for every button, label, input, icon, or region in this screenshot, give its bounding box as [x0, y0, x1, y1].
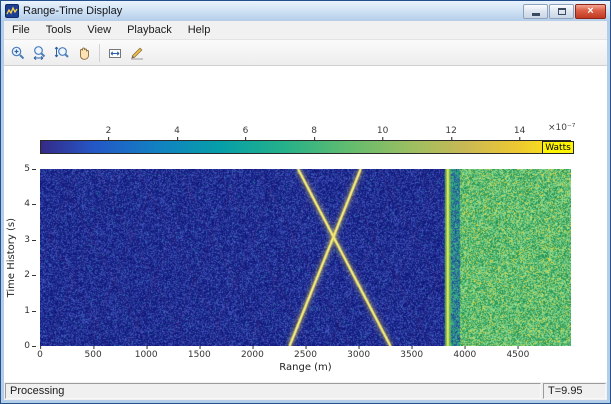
- colorbar-tick-label: 8: [311, 126, 317, 136]
- app-icon: [5, 4, 19, 18]
- menu-playback[interactable]: Playback: [119, 21, 180, 40]
- minimize-button[interactable]: [523, 4, 548, 19]
- plot-area[interactable]: [40, 169, 571, 346]
- x-tick-label: 4500: [506, 350, 529, 360]
- minimize-icon: [532, 13, 540, 16]
- x-axis-label: Range (m): [40, 362, 571, 373]
- x-tick-label: 0: [37, 350, 43, 360]
- y-tick-label: 5: [24, 164, 30, 174]
- y-tick-label: 2: [24, 270, 30, 280]
- maximize-icon: [558, 8, 566, 15]
- zoom-y-icon: [54, 45, 70, 61]
- scale-axes-icon: [107, 45, 123, 61]
- toolbar: [4, 40, 607, 66]
- colorbar-tick-label: 6: [243, 126, 249, 136]
- x-tick-label: 3500: [400, 350, 423, 360]
- measurements-pencil-icon: [129, 45, 145, 61]
- colorbar-unit-label: Watts: [542, 141, 574, 154]
- close-button[interactable]: ×: [575, 4, 606, 19]
- measurements-button[interactable]: [126, 42, 148, 64]
- title-bar[interactable]: Range-Time Display ×: [1, 1, 610, 21]
- x-tick-row: 0 500 1000 1500 2000 2500 3000 3500 4000 4500: [40, 346, 571, 362]
- pan-hand-icon: [76, 45, 92, 61]
- pan-button[interactable]: [73, 42, 95, 64]
- menu-bar: File Tools View Playback Help: [4, 21, 607, 40]
- colorbar: [40, 140, 571, 154]
- zoom-x-button[interactable]: [29, 42, 51, 64]
- zoom-in-button[interactable]: [7, 42, 29, 64]
- window-title: Range-Time Display: [23, 5, 522, 17]
- colorbar-tick-label: 14: [514, 126, 525, 136]
- zoom-in-icon: [10, 45, 26, 61]
- y-tick-label: 4: [24, 199, 30, 209]
- x-tick-label: 3000: [347, 350, 370, 360]
- colorbar-tick-label: 4: [174, 126, 180, 136]
- colorbar-scale-label: ×10⁻⁷: [548, 123, 575, 133]
- figure-area: 2 4 6 8 10 12 14 ×10⁻⁷ Watts 0 500 1000 1500 2000 2…: [4, 66, 607, 382]
- simulation-time: T=9.95: [548, 385, 583, 397]
- y-tick-label: 3: [24, 235, 30, 245]
- colorbar-tick-label: 12: [445, 126, 456, 136]
- zoom-y-button[interactable]: [51, 42, 73, 64]
- toolbar-separator: [99, 44, 100, 62]
- y-axis-label: Time History (s): [4, 169, 19, 346]
- y-tick-label: 0: [24, 341, 30, 351]
- status-bar: Processing T=9.95: [4, 382, 607, 400]
- range-time-display-window: Range-Time Display × File Tools View Pla…: [0, 0, 611, 404]
- menu-tools[interactable]: Tools: [38, 21, 80, 40]
- x-tick-label: 4000: [453, 350, 476, 360]
- menu-view[interactable]: View: [79, 21, 119, 40]
- colorbar-tick-label: 2: [106, 126, 112, 136]
- menu-file[interactable]: File: [4, 21, 38, 40]
- menu-help[interactable]: Help: [180, 21, 219, 40]
- scale-axes-button[interactable]: [104, 42, 126, 64]
- y-tick-label: 1: [24, 306, 30, 316]
- x-tick-label: 1500: [188, 350, 211, 360]
- x-tick-label: 2500: [294, 350, 317, 360]
- close-icon: ×: [587, 6, 593, 17]
- x-tick-label: 2000: [241, 350, 264, 360]
- range-time-heatmap[interactable]: [40, 169, 571, 346]
- y-tick-col: 012345: [20, 169, 36, 346]
- x-tick-label: 1000: [135, 350, 158, 360]
- x-tick-label: 500: [85, 350, 102, 360]
- colorbar-tick-label: 10: [377, 126, 388, 136]
- status-text: Processing: [10, 385, 64, 397]
- zoom-x-icon: [32, 45, 48, 61]
- maximize-button[interactable]: [549, 4, 574, 19]
